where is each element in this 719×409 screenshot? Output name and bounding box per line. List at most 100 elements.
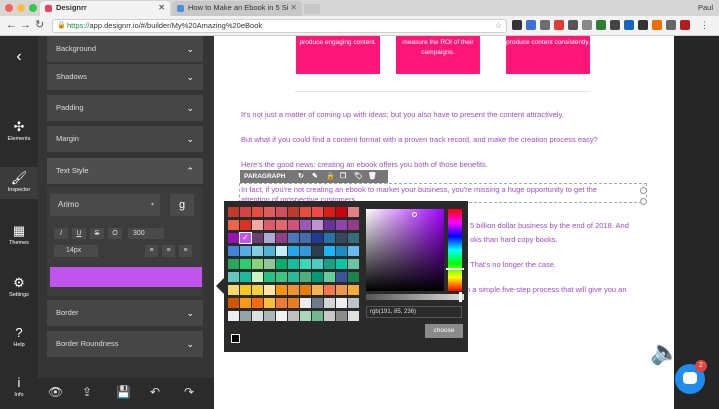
extension-icon[interactable]	[638, 20, 648, 30]
palette-swatch[interactable]	[312, 298, 323, 308]
palette-swatch[interactable]	[288, 285, 299, 295]
palette-swatch[interactable]	[288, 298, 299, 308]
palette-swatch[interactable]	[312, 207, 323, 217]
palette-swatch[interactable]	[336, 285, 347, 295]
align-left-button[interactable]: ≡	[145, 245, 158, 257]
extension-icon[interactable]	[568, 20, 578, 30]
palette-swatch[interactable]	[348, 259, 359, 269]
palette-swatch[interactable]	[324, 298, 335, 308]
palette-swatch[interactable]	[264, 285, 275, 295]
palette-swatch[interactable]	[348, 311, 359, 321]
hue-slider[interactable]	[448, 209, 462, 291]
palette-swatch[interactable]	[276, 272, 287, 282]
extension-icon[interactable]	[610, 20, 620, 30]
export-icon[interactable]: ⇪	[82, 385, 92, 399]
palette-swatch[interactable]	[228, 233, 239, 243]
palette-swatch[interactable]	[300, 272, 311, 282]
palette-swatch[interactable]	[252, 272, 263, 282]
strikethrough-button[interactable]: S	[90, 228, 104, 239]
nav-themes[interactable]: ▦ Themes	[0, 224, 38, 252]
palette-swatch[interactable]	[240, 285, 251, 295]
trash-icon[interactable]: 🗑	[368, 170, 377, 183]
saturation-value-area[interactable]	[366, 209, 444, 291]
rgb-value-input[interactable]: rgb(191, 85, 236)	[366, 306, 462, 318]
palette-swatch[interactable]	[300, 259, 311, 269]
palette-swatch[interactable]	[312, 285, 323, 295]
tag-icon[interactable]: 🏷	[354, 170, 363, 183]
transparent-color-swatch[interactable]	[231, 334, 240, 343]
palette-swatch[interactable]	[252, 285, 263, 295]
nav-settings[interactable]: ⚙ Settings	[0, 276, 38, 304]
extension-icon[interactable]	[652, 20, 662, 30]
italic-button[interactable]: I	[54, 228, 68, 239]
paragraph-text[interactable]: oks than hard copy books.	[470, 235, 558, 244]
palette-swatch[interactable]	[252, 311, 263, 321]
section-border-roundness[interactable]: Border Roundness ⌄	[47, 331, 203, 357]
palette-swatch[interactable]	[300, 298, 311, 308]
palette-swatch[interactable]	[312, 259, 323, 269]
close-tab-icon[interactable]: ✕	[290, 3, 297, 12]
nav-inspector[interactable]: 🖌 Inspector	[0, 167, 38, 199]
palette-swatch[interactable]	[300, 207, 311, 217]
paragraph-text[interactable]: It's not just a matter of coming up with…	[241, 110, 564, 119]
nav-elements[interactable]: ✣ Elements	[0, 120, 38, 148]
palette-swatch[interactable]	[252, 207, 263, 217]
close-window-icon[interactable]	[5, 4, 13, 12]
google-fonts-button[interactable]: g	[170, 194, 194, 216]
palette-swatch[interactable]	[324, 220, 335, 230]
palette-swatch[interactable]	[252, 298, 263, 308]
paragraph-element-toolbar[interactable]: PARAGRAPH ↻ ✎ 🔒 ❐ 🏷 🗑	[240, 170, 388, 183]
resize-handle[interactable]	[640, 198, 647, 205]
palette-swatch[interactable]	[348, 220, 359, 230]
palette-swatch[interactable]	[348, 207, 359, 217]
underline-button[interactable]: U	[72, 228, 86, 239]
extension-icon[interactable]	[512, 20, 522, 30]
palette-swatch[interactable]	[252, 246, 263, 256]
extension-icon[interactable]	[554, 20, 564, 30]
palette-swatch[interactable]	[348, 298, 359, 308]
palette-swatch[interactable]	[300, 220, 311, 230]
extension-icon[interactable]	[596, 20, 606, 30]
section-background[interactable]: Background ⌄	[47, 36, 203, 62]
undo-icon[interactable]: ↶	[150, 385, 160, 399]
alpha-slider-handle[interactable]	[459, 292, 462, 302]
extension-icon[interactable]	[666, 20, 676, 30]
palette-swatch[interactable]	[252, 233, 263, 243]
palette-swatch[interactable]	[324, 272, 335, 282]
palette-swatch[interactable]	[336, 259, 347, 269]
palette-swatch[interactable]	[336, 233, 347, 243]
refresh-icon[interactable]: ↻	[298, 170, 304, 183]
palette-swatch[interactable]	[264, 259, 275, 269]
palette-swatch[interactable]	[276, 233, 287, 243]
palette-swatch[interactable]	[288, 311, 299, 321]
palette-swatch[interactable]	[312, 220, 323, 230]
palette-swatch[interactable]	[264, 246, 275, 256]
section-padding[interactable]: Padding ⌄	[47, 95, 203, 121]
palette-swatch[interactable]	[348, 233, 359, 243]
palette-swatch[interactable]	[228, 207, 239, 217]
palette-swatch[interactable]	[240, 272, 251, 282]
palette-swatch[interactable]	[288, 272, 299, 282]
palette-swatch[interactable]	[240, 207, 251, 217]
save-icon[interactable]: 💾	[116, 385, 131, 399]
palette-swatch[interactable]	[276, 311, 287, 321]
palette-swatch[interactable]	[336, 207, 347, 217]
hue-slider-handle[interactable]	[446, 268, 464, 270]
palette-swatch[interactable]	[228, 259, 239, 269]
palette-swatch[interactable]	[228, 311, 239, 321]
palette-swatch[interactable]	[336, 298, 347, 308]
palette-swatch[interactable]	[276, 246, 287, 256]
nav-help[interactable]: ? Help	[0, 326, 38, 354]
reload-icon[interactable]: ↻	[35, 19, 44, 31]
section-shadows[interactable]: Shadows ⌄	[47, 64, 203, 90]
minimize-window-icon[interactable]	[17, 4, 25, 12]
redo-icon[interactable]: ↷	[184, 385, 194, 399]
text-color-swatch[interactable]	[50, 267, 202, 287]
palette-swatch[interactable]	[324, 259, 335, 269]
font-weight-select[interactable]: 300	[128, 228, 164, 239]
palette-swatch[interactable]	[228, 272, 239, 282]
palette-swatch[interactable]	[288, 246, 299, 256]
selected-paragraph-text[interactable]: In fact, if you're not creating an ebook…	[241, 185, 647, 194]
palette-swatch[interactable]	[324, 233, 335, 243]
palette-swatch[interactable]	[288, 207, 299, 217]
